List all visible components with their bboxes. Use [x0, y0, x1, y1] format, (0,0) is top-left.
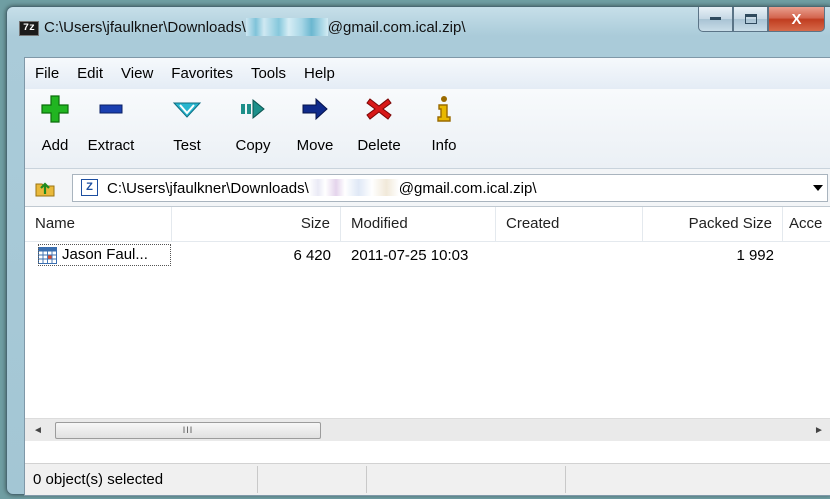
- add-button[interactable]: Add: [25, 94, 85, 154]
- scroll-right-icon[interactable]: ►: [808, 419, 830, 441]
- file-modified: 2011-07-25 10:03: [351, 247, 469, 264]
- copy-arrow-icon: [241, 98, 265, 120]
- menu-view[interactable]: View: [111, 65, 161, 82]
- test-button[interactable]: Test: [159, 94, 215, 154]
- title-bar[interactable]: 7z C:\Users\jfaulkner\Downloads\ @gmail.c…: [7, 7, 830, 60]
- column-packed-size[interactable]: Packed Size: [643, 207, 783, 241]
- menu-tools[interactable]: Tools: [241, 65, 294, 82]
- move-label: Move: [296, 137, 334, 154]
- menu-file[interactable]: File: [25, 65, 67, 82]
- window-title-suffix: @gmail.com.ical.zip\: [327, 19, 466, 36]
- address-path-prefix: C:\Users\jfaulkner\Downloads\: [107, 180, 309, 197]
- file-row[interactable]: Jason Faul... 6 420 2011-07-25 10:03 1 9…: [25, 243, 830, 269]
- close-button[interactable]: X: [768, 7, 825, 32]
- column-accessed[interactable]: Acce: [783, 207, 830, 241]
- menu-bar: File Edit View Favorites Tools Help: [25, 58, 830, 89]
- column-name[interactable]: Name: [25, 207, 172, 241]
- plus-icon: [41, 95, 69, 123]
- toolbar: Add Extract Test Copy Move Delete Info: [25, 89, 830, 169]
- app-logo-icon: 7z: [19, 21, 39, 36]
- address-bar: Z C:\Users\jfaulkner\Downloads\ @gmail.co…: [25, 169, 830, 207]
- delete-button[interactable]: Delete: [349, 94, 409, 154]
- info-label: Info: [431, 137, 457, 154]
- minus-icon: [99, 104, 123, 114]
- minimize-icon: [710, 17, 721, 20]
- extract-button[interactable]: Extract: [81, 94, 141, 154]
- add-label: Add: [41, 137, 69, 154]
- file-name-cell[interactable]: Jason Faul...: [38, 244, 171, 266]
- delete-x-icon: [366, 98, 392, 120]
- menu-favorites[interactable]: Favorites: [161, 65, 241, 82]
- test-label: Test: [173, 137, 201, 154]
- info-icon: [437, 96, 451, 122]
- redacted-blur: [308, 179, 399, 196]
- file-created: [506, 243, 636, 269]
- horizontal-scrollbar[interactable]: ◄ III ►: [25, 418, 830, 441]
- up-folder-icon[interactable]: [34, 176, 56, 198]
- address-dropdown-icon[interactable]: [813, 185, 823, 191]
- move-button[interactable]: Move: [285, 94, 345, 154]
- file-size: 6 420: [293, 247, 331, 264]
- info-button[interactable]: Info: [417, 94, 471, 154]
- checkmark-icon: [172, 102, 202, 118]
- extract-label: Extract: [87, 137, 135, 154]
- window-controls: X: [698, 7, 825, 32]
- copy-button[interactable]: Copy: [223, 94, 283, 154]
- copy-label: Copy: [235, 137, 271, 154]
- app-window: 7z C:\Users\jfaulkner\Downloads\ @gmail.c…: [6, 6, 830, 496]
- scrollbar-thumb[interactable]: III: [55, 422, 321, 439]
- column-modified[interactable]: Modified: [341, 207, 496, 241]
- status-divider: [565, 466, 566, 493]
- status-divider: [257, 466, 258, 493]
- maximize-button[interactable]: [733, 7, 768, 32]
- column-created[interactable]: Created: [496, 207, 643, 241]
- file-list: Name Size Modified Created Packed Size A…: [25, 207, 830, 441]
- menu-help[interactable]: Help: [294, 65, 343, 82]
- column-size[interactable]: Size: [172, 207, 341, 241]
- scroll-left-icon[interactable]: ◄: [27, 419, 49, 441]
- move-arrow-icon: [302, 97, 328, 121]
- archive-icon: Z: [81, 179, 98, 196]
- file-name: Jason Faul...: [62, 246, 148, 263]
- minimize-button[interactable]: [698, 7, 733, 32]
- status-divider: [366, 466, 367, 493]
- column-header-row: Name Size Modified Created Packed Size A…: [25, 207, 830, 242]
- client-area: File Edit View Favorites Tools Help Add …: [24, 57, 830, 496]
- address-path-suffix: @gmail.com.ical.zip\: [398, 180, 537, 197]
- window-title: C:\Users\jfaulkner\Downloads\ @gmail.com.…: [44, 18, 466, 36]
- status-text: 0 object(s) selected: [33, 471, 164, 488]
- status-bar: 0 object(s) selected: [25, 463, 830, 495]
- maximize-icon: [744, 14, 757, 24]
- address-path: C:\Users\jfaulkner\Downloads\ @gmail.com.…: [107, 179, 537, 197]
- redacted-blur: [245, 18, 328, 36]
- window-title-prefix: C:\Users\jfaulkner\Downloads\: [44, 19, 246, 36]
- close-icon: X: [791, 10, 802, 28]
- address-path-field[interactable]: Z C:\Users\jfaulkner\Downloads\ @gmail.co…: [72, 174, 828, 202]
- menu-edit[interactable]: Edit: [67, 65, 111, 82]
- delete-label: Delete: [357, 137, 401, 154]
- file-packed-size: 1 992: [736, 247, 774, 264]
